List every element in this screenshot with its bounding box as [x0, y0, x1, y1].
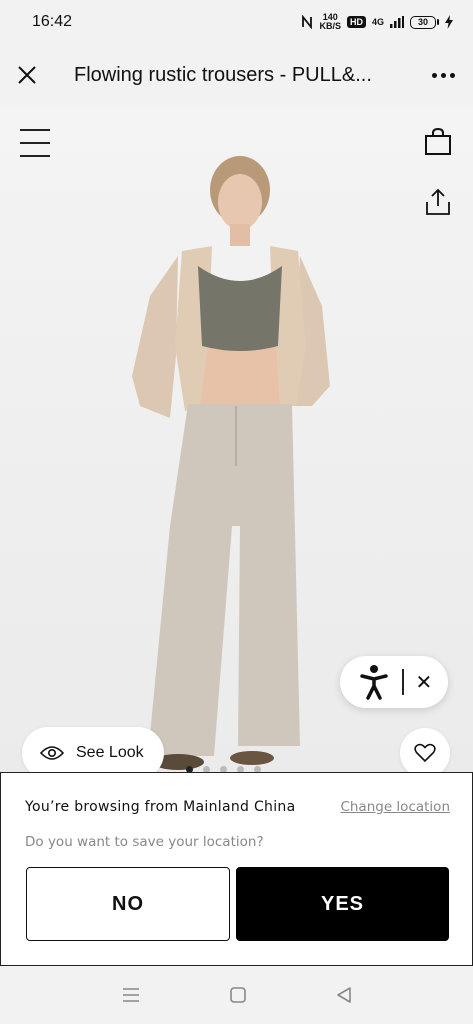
heart-icon[interactable]: [400, 728, 450, 778]
back-icon[interactable]: [336, 987, 352, 1003]
accessibility-icon[interactable]: [360, 664, 388, 700]
yes-button[interactable]: YES: [236, 867, 449, 941]
system-nav-bar: [0, 966, 473, 1024]
location-prompt: You’re browsing from Mainland China Chan…: [0, 772, 473, 966]
close-accessibility-icon[interactable]: ✕: [416, 670, 433, 695]
battery-level: 30: [410, 15, 436, 29]
hd-badge: HD: [346, 16, 366, 28]
recent-apps-icon[interactable]: [122, 987, 140, 1003]
status-icons: 140 KB/S HD 4G 30: [301, 13, 453, 31]
save-location-question: Do you want to save your location?: [25, 834, 264, 850]
browsing-location-text: You’re browsing from Mainland China: [25, 799, 296, 815]
close-icon[interactable]: [0, 44, 54, 106]
eye-icon: [40, 746, 64, 760]
browser-title-bar: Flowing rustic trousers - PULL&...: [0, 44, 473, 106]
network-type: 4G: [371, 17, 384, 27]
accessibility-divider: [402, 669, 404, 695]
shopping-bag-icon[interactable]: [422, 126, 454, 158]
see-look-label: See Look: [76, 744, 144, 761]
location-row: You’re browsing from Mainland China Chan…: [25, 799, 450, 815]
battery-icon: 30: [410, 15, 439, 29]
home-icon[interactable]: [229, 987, 246, 1003]
status-time: 16:42: [32, 13, 73, 30]
charging-icon: [445, 15, 453, 29]
more-dots-icon[interactable]: [413, 44, 473, 106]
nfc-icon: [302, 15, 313, 29]
hamburger-menu-icon[interactable]: [20, 128, 50, 158]
signal-icon: [390, 16, 404, 28]
change-location-link[interactable]: Change location: [340, 799, 450, 815]
share-icon[interactable]: [422, 186, 454, 218]
no-button[interactable]: NO: [26, 867, 230, 941]
accessibility-widget[interactable]: ✕: [340, 656, 448, 708]
network-speed: 140 KB/S: [319, 12, 341, 31]
status-bar: 16:42 140 KB/S HD 4G 30: [0, 0, 473, 44]
page-title: Flowing rustic trousers - PULL&...: [74, 63, 372, 86]
